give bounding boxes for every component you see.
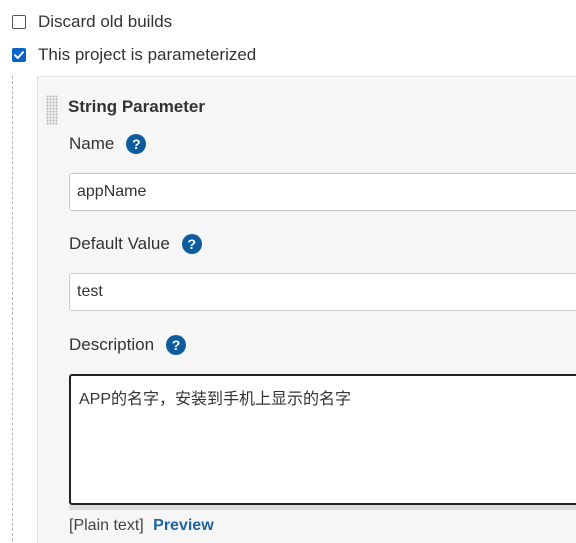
description-help-icon[interactable]: ? [166, 335, 187, 355]
parameterized-option[interactable]: This project is parameterized [12, 45, 256, 65]
name-label-text: Name [69, 134, 115, 153]
drag-handle-icon[interactable] [46, 95, 58, 125]
description-label-text: Description [69, 335, 155, 354]
plain-text-label: [Plain text] [69, 517, 144, 534]
discard-old-builds-option[interactable]: Discard old builds [12, 12, 172, 32]
preview-link[interactable]: Preview [153, 517, 213, 534]
default-value-help-icon[interactable]: ? [181, 234, 202, 254]
section-guide-line [12, 76, 13, 543]
default-value-input[interactable]: test [69, 273, 576, 311]
name-field-label: Name ? [69, 134, 147, 154]
default-value-label-text: Default Value [69, 234, 170, 253]
default-value-field-label: Default Value ? [69, 234, 202, 254]
textarea-resize-bar[interactable] [69, 505, 576, 510]
discard-old-builds-checkbox[interactable] [12, 15, 26, 29]
parameterized-label[interactable]: This project is parameterized [38, 45, 256, 65]
checkmark-icon [14, 51, 24, 59]
string-parameter-panel: String Parameter Name ? appName Default … [37, 76, 576, 543]
job-config-page: Discard old builds This project is param… [0, 0, 576, 543]
name-input[interactable]: appName [69, 173, 576, 211]
description-field-label: Description ? [69, 335, 187, 355]
discard-old-builds-label[interactable]: Discard old builds [38, 12, 172, 32]
description-textarea[interactable]: APP的名字，安装到手机上显示的名字 [69, 374, 576, 505]
parameterized-checkbox[interactable] [12, 48, 26, 62]
name-help-icon[interactable]: ? [126, 134, 147, 154]
parameter-type-title: String Parameter [68, 97, 205, 116]
markup-format-line: [Plain text] Preview [69, 517, 214, 535]
